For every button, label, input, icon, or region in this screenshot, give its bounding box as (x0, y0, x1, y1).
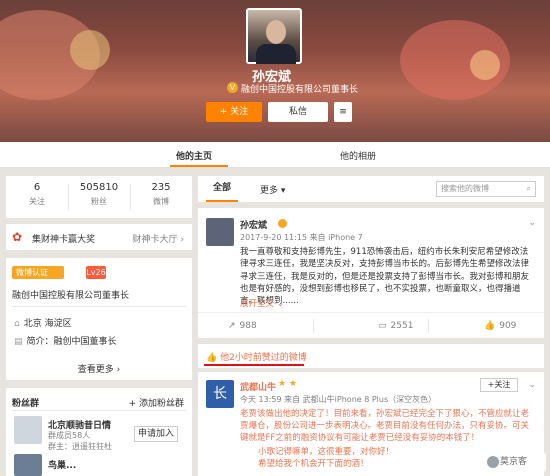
stat-label: 微博 (153, 197, 169, 206)
thumbs-up-icon: 👍 (484, 321, 496, 331)
like-button[interactable]: 👍 909 (484, 321, 516, 331)
verified-icon (278, 219, 287, 228)
profile-cover: 孙宏斌 V 融创中国控股有限公司董事长 + 关注 私信 ≡ (0, 0, 550, 142)
group-member-count: 群成员58人 群主：逍遥狂狂杜 (48, 431, 112, 451)
verified-description: 融创中国控股有限公司董事长 (12, 291, 130, 301)
stat-value: 505810 (79, 182, 119, 193)
stat-label: 关注 (29, 197, 45, 206)
post-author-name[interactable]: 武都山牛 (240, 380, 276, 393)
group-avatar[interactable] (14, 416, 42, 444)
liked-tip-text: 👍 他2小时前赞过的微博 (206, 353, 307, 363)
join-group-button[interactable]: 申请加入 (134, 426, 178, 442)
post-body: 我一直尊敬和支持彭博先生，911恐怖袭击后，纽约市长朱利安尼希望修改法律寻求三连… (240, 247, 530, 307)
post-author-avatar[interactable]: 长 (206, 380, 234, 408)
post-body: 老贾该做出他的决定了！目前来看，孙宏斌已经完全下了狠心，不管应就让老贾爆仓，股份… (240, 409, 530, 443)
search-placeholder: 搜索他的微博 (441, 184, 489, 193)
search-icon[interactable]: ⌕ (527, 182, 531, 196)
follow-author-button[interactable]: +关注 (480, 378, 518, 392)
cover-light (70, 30, 110, 70)
watermark: 莫京客 (484, 452, 546, 472)
fortune-god-icon: ✿ (12, 230, 23, 244)
divider (428, 319, 429, 333)
profile-info-panel: 微博认证 Lv26 融创中国控股有限公司董事长 ⌂ 北京 海淀区 ▤ 简介：融创中国… (6, 258, 192, 380)
like-count: 909 (499, 321, 517, 331)
message-button[interactable]: 私信 (268, 102, 328, 122)
location-row: ⌂ 北京 海淀区 (14, 316, 72, 329)
intro-row: ▤ 简介：融创中国董事长 (14, 334, 117, 347)
wechat-icon (487, 456, 499, 468)
comment-button[interactable]: ▭ 2551 (378, 321, 413, 331)
stat-following[interactable]: 6 关注 (6, 182, 68, 207)
divider (12, 410, 186, 411)
forward-button[interactable]: ↗ 988 (228, 321, 257, 331)
group-name[interactable]: 鸟巢... (48, 458, 76, 471)
active-tab-indicator (170, 165, 228, 167)
expand-post-link[interactable]: 展开全文 ⌄ (240, 297, 284, 309)
profile-tabbar: 他的主页 他的相册 (0, 142, 550, 168)
stat-posts[interactable]: 235 微博 (130, 182, 192, 207)
profile-avatar[interactable] (246, 8, 302, 64)
tab-home[interactable]: 他的主页 (176, 149, 212, 162)
stat-label: 粉丝 (91, 197, 107, 206)
thumbs-up-icon: 👍 (206, 353, 221, 363)
red-underline-annotation (204, 364, 304, 366)
award-link[interactable]: 财神卡大厅 › (133, 232, 184, 245)
liked-tip: 👍 他2小时前赞过的微博 (198, 344, 544, 368)
level-badge[interactable]: Lv26 (86, 266, 106, 279)
chevron-down-icon[interactable]: ⌄ (528, 380, 536, 390)
chevron-down-icon[interactable]: ⌄ (528, 218, 536, 228)
post-author-name[interactable]: 孙宏斌 (240, 218, 267, 231)
divider (12, 306, 186, 307)
comment-icon: ▭ (378, 321, 387, 331)
stats-panel: 6 关注 505810 粉丝 235 微博 (6, 176, 192, 218)
verified-tag[interactable]: 微博认证 (12, 266, 64, 279)
cover-light (470, 50, 500, 80)
tab-album[interactable]: 他的相册 (340, 149, 376, 162)
add-fan-group-link[interactable]: + 添加粉丝群 (129, 396, 184, 409)
forward-count: 988 (239, 321, 257, 331)
fan-groups-header: 粉丝群 (12, 399, 40, 409)
more-menu-button[interactable]: ≡ (334, 102, 352, 122)
search-input[interactable]: 搜索他的微博 ⌕ (436, 181, 536, 197)
stat-value: 235 (151, 182, 171, 193)
comment-count: 2551 (390, 321, 414, 331)
location-text: 北京 海淀区 (23, 319, 72, 329)
star-badge-icon: ★ ★ (278, 379, 297, 389)
divider (313, 319, 314, 333)
post-meta: 2017-9-20 11:15 来自 iPhone 7 (240, 233, 363, 242)
feed-filter-bar: 全部 更多 ▾ 搜索他的微博 ⌕ (198, 176, 544, 202)
location-icon: ⌂ (14, 319, 20, 329)
stat-value: 6 (33, 182, 41, 193)
feed-post: 孙宏斌 2017-9-20 11:15 来自 iPhone 7 ⌄ 我一直尊敬和… (198, 208, 544, 338)
filter-all-tab[interactable]: 全部 (206, 176, 238, 202)
filter-more-dropdown[interactable]: 更多 ▾ (260, 183, 285, 196)
post-author-avatar[interactable] (206, 218, 234, 246)
award-text: 集财神卡赢大奖 (32, 235, 96, 245)
intro-text: 简介：融创中国董事长 (26, 337, 117, 347)
forward-icon: ↗ (228, 321, 236, 331)
follow-button[interactable]: + 关注 (206, 102, 262, 122)
view-more-link[interactable]: 查看更多 › (6, 362, 192, 375)
post-meta: 今天 13:59 来自 武都山牛iPhone 8 Plus（深空灰色） (240, 395, 437, 404)
post-actions: ↗ 988 ▭ 2551 👍 909 (198, 312, 544, 338)
fan-groups-panel: 粉丝群 + 添加粉丝群 北京顺驰昔日情 群成员58人 群主：逍遥狂狂杜 申请加入 … (6, 388, 192, 476)
stat-fans[interactable]: 505810 粉丝 (68, 182, 130, 207)
award-banner[interactable]: ✿ 集财神卡赢大奖 财神卡大厅 › (6, 224, 192, 250)
intro-icon: ▤ (14, 337, 23, 347)
profile-title: 融创中国控股有限公司董事长 (241, 85, 359, 95)
group-avatar[interactable] (14, 454, 42, 476)
verified-icon: V (227, 82, 238, 93)
